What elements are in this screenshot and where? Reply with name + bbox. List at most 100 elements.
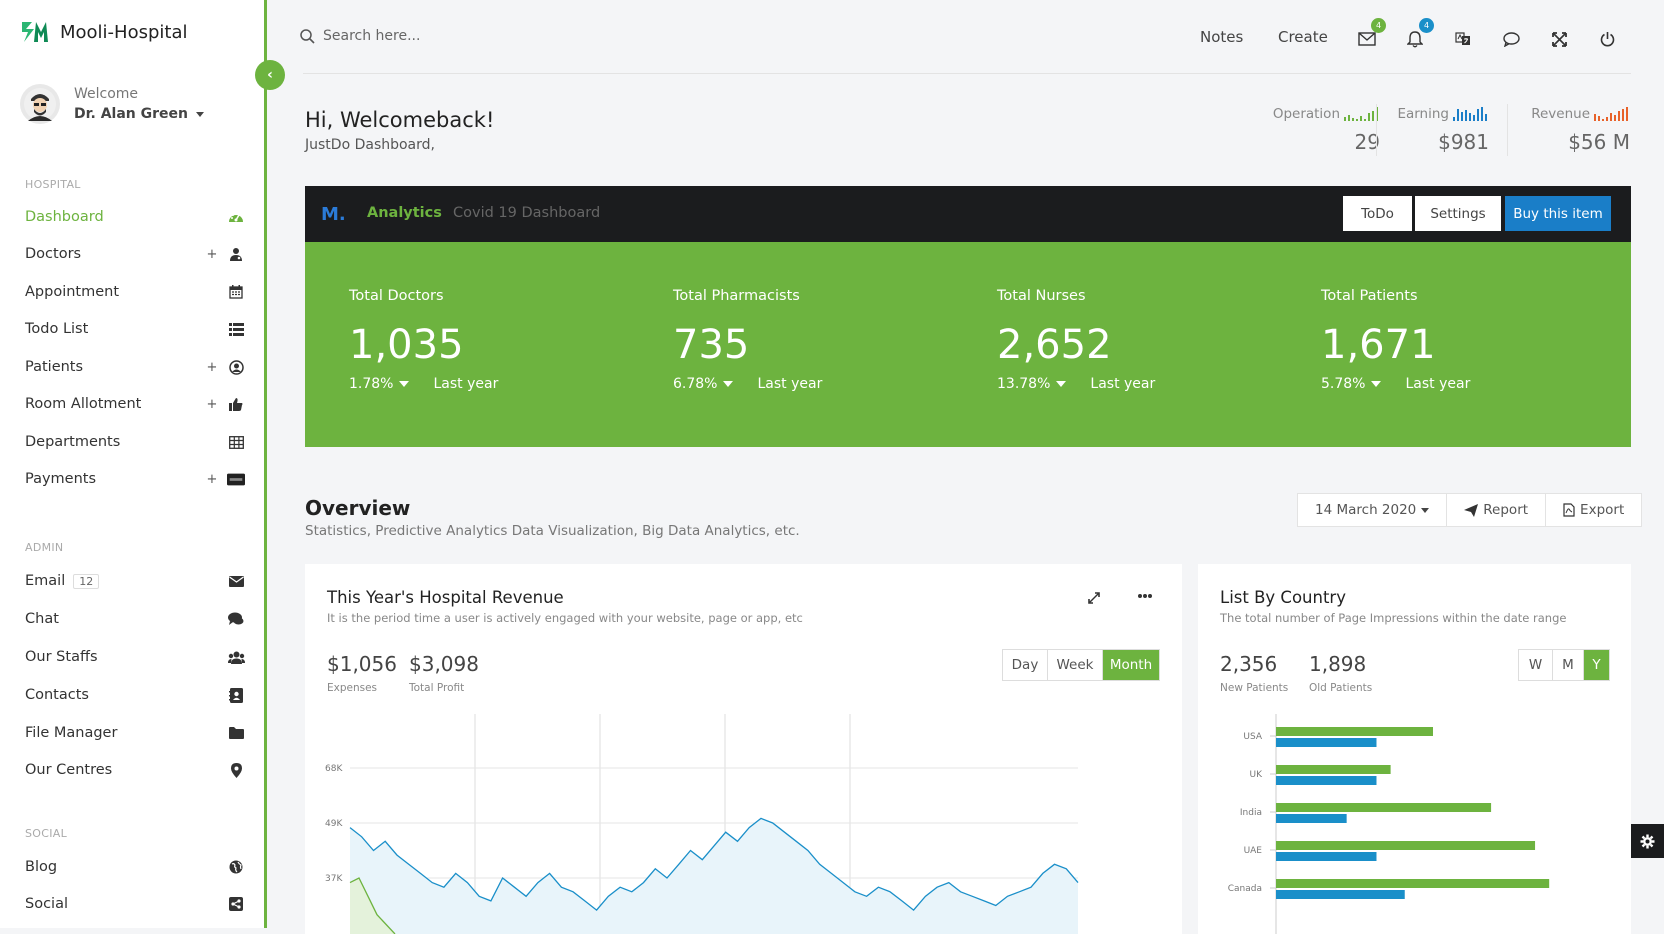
total-label: Total Doctors [349,288,444,304]
range-week-button[interactable]: Week [1048,650,1103,680]
bar [1276,814,1347,823]
logout-button[interactable] [1596,28,1618,50]
language-button[interactable] [1452,28,1474,50]
email-count-badge: 12 [73,574,100,589]
sidebar-item-payments[interactable]: Payments + [25,468,245,490]
total-doctors: Total Doctors 1,035 1.78% Last year [349,288,498,392]
translate-icon [1455,32,1470,45]
analytics-logo: M. [321,204,346,225]
sidebar-item-social[interactable]: Social [25,893,245,915]
range-month-button[interactable]: Month [1103,650,1159,680]
search-bar[interactable]: Search here... [300,28,420,44]
mail-button[interactable]: 4 [1356,18,1386,50]
sidebar-item-label: File Manager [25,725,118,741]
notification-count-badge: 4 [1419,18,1434,33]
globe-icon [227,860,245,874]
sidebar-item-our-centres[interactable]: Our Centres [25,759,245,781]
category-label: UAE [1244,846,1263,856]
range-w-button[interactable]: W [1519,650,1553,680]
total-value: 2,652 [997,322,1112,368]
stat-revenue: Revenue $56 M [1531,106,1630,154]
sidebar-item-room-allotment[interactable]: Room Allotment + [25,393,245,415]
admin-section-label: ADMIN [25,541,64,554]
sidebar-item-label: Patients [25,359,84,375]
search-icon [300,28,315,44]
brand[interactable]: Mooli-Hospital [20,18,188,46]
stat-value: $56 M [1568,130,1630,154]
sidebar-item-file-manager[interactable]: File Manager [25,722,245,744]
sidebar-item-label: Chat [25,611,59,627]
y-tick-label: 49K [325,819,343,829]
range-m-button[interactable]: M [1553,650,1584,680]
sidebar-item-dashboard[interactable]: Dashboard [25,206,245,228]
sidebar-item-contacts[interactable]: Contacts [25,684,245,706]
bar-chart-icon [1453,107,1487,121]
notes-link[interactable]: Notes [1200,28,1243,46]
revenue-card: This Year's Hospital Revenue It is the p… [305,564,1182,934]
share-icon [227,897,245,911]
mail-icon [1358,32,1376,46]
buy-item-button[interactable]: Buy this item [1505,196,1611,231]
expenses-label: Expenses [327,682,378,694]
sidebar-item-chat[interactable]: Chat [25,608,245,630]
stat-value: $981 [1438,130,1489,154]
sidebar-collapse-button[interactable]: ‹ [255,60,285,90]
notifications-button[interactable]: 4 [1404,18,1434,50]
sidebar-item-label: Contacts [25,687,89,703]
bar-chart-icon [1594,107,1628,121]
expenses-value: $1,056 [327,652,397,676]
date-picker-button[interactable]: 14 March 2020 [1298,494,1448,526]
plus-icon: + [206,359,218,375]
theme-settings-button[interactable] [1631,824,1664,858]
sidebar-item-label: Social [25,896,68,912]
user-profile[interactable]: Welcome Dr. Alan Green [20,84,204,124]
avatar [20,84,60,124]
sidebar-item-todo-list[interactable]: Todo List [25,318,245,340]
social-section-label: SOCIAL [25,827,68,840]
sidebar-item-patients[interactable]: Patients + [25,356,245,378]
fullscreen-button[interactable] [1548,28,1570,50]
envelope-icon [227,575,245,587]
total-value: 1,671 [1321,322,1436,368]
settings-button[interactable]: Settings [1415,196,1501,231]
stat-earning: Earning $981 [1397,106,1489,154]
folder-icon [227,727,245,739]
brand-name: Mooli-Hospital [60,21,188,43]
sidebar-item-label: Appointment [25,284,120,300]
export-button[interactable]: Export [1546,494,1641,526]
todo-button[interactable]: ToDo [1343,196,1412,231]
page-subtitle: JustDo Dashboard, [305,137,435,153]
chat-bubble-icon [1502,31,1520,47]
sidebar-item-label-wrap: Email 12 [25,573,227,589]
thumbs-up-icon [227,397,245,411]
sidebar-item-email[interactable]: Email 12 [25,570,245,592]
search-input[interactable]: Search here... [323,28,420,44]
sidebar-item-our-staffs[interactable]: Our Staffs [25,646,245,668]
report-button[interactable]: Report [1447,494,1547,526]
chat-button[interactable] [1500,28,1522,50]
old-patients-label: Old Patients [1309,682,1373,694]
range-day-button[interactable]: Day [1003,650,1048,680]
avatar-icon [24,88,56,121]
create-link[interactable]: Create [1278,28,1328,46]
caret-down-icon [1371,381,1382,387]
range-y-button[interactable]: Y [1584,650,1609,680]
power-icon [1600,32,1614,47]
sidebar-item-label: Doctors [25,246,82,262]
brand-logo-icon [22,22,48,42]
bar [1276,803,1492,812]
user-name[interactable]: Dr. Alan Green [74,106,204,122]
tab-analytics[interactable]: Analytics [367,205,442,221]
tab-covid-dashboard[interactable]: Covid 19 Dashboard [453,205,600,221]
total-percent: 13.78% [997,376,1051,392]
more-options-icon[interactable] [1137,593,1153,599]
profit-value: $3,098 [409,652,479,676]
sidebar-item-doctors[interactable]: Doctors + [25,243,245,265]
sidebar-item-departments[interactable]: Departments [25,431,245,453]
expand-icon[interactable] [1087,591,1101,605]
mail-count-badge: 4 [1371,18,1386,33]
sidebar-item-appointment[interactable]: Appointment [25,281,245,303]
revenue-line-chart: 68K 49K 37K [325,714,1079,934]
sidebar-item-blog[interactable]: Blog [25,856,245,878]
total-period: Last year [1090,376,1156,392]
